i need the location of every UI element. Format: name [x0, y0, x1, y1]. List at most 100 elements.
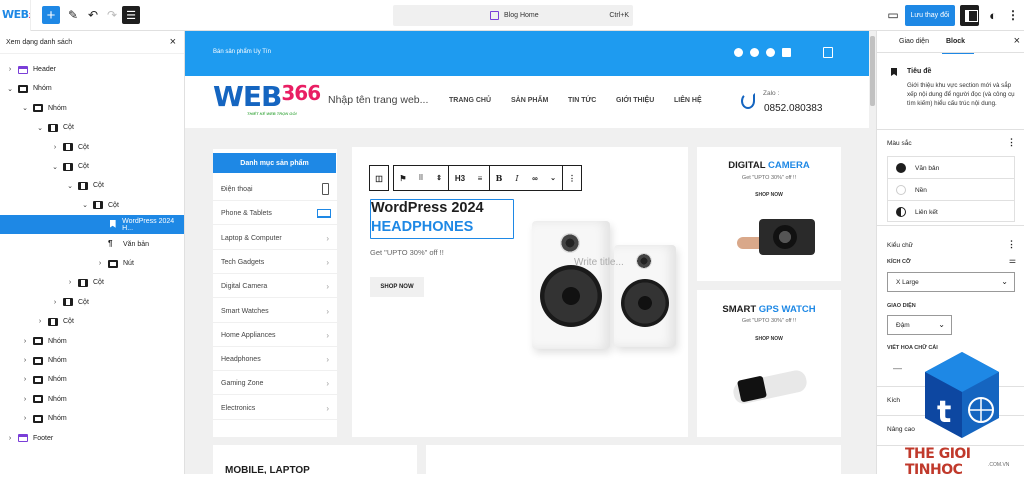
site-title[interactable]: Nhập tên trang web... [328, 94, 428, 106]
hero-heading-line2[interactable]: HEADPHONES [371, 219, 473, 235]
chevron-down-icon[interactable]: ⌄ [36, 124, 44, 132]
tab-design[interactable]: Giao diện [899, 38, 929, 45]
promo-shop-button[interactable]: SHOP NOW [697, 192, 841, 198]
close-icon[interactable]: × [170, 36, 176, 48]
letter-case-none-icon[interactable]: — [893, 363, 902, 373]
list-view-item[interactable]: › Header [0, 60, 184, 79]
options-icon[interactable]: ⋮ [1004, 6, 1022, 24]
list-view-button[interactable]: ☰ [122, 6, 140, 24]
add-block-button[interactable]: + [42, 6, 60, 24]
color-background[interactable]: Nền [888, 179, 1014, 201]
shop-now-button[interactable]: SHOP NOW [370, 277, 424, 297]
font-size-select[interactable]: X Large ⌄ [887, 272, 1015, 292]
chevron-right-icon[interactable]: › [66, 279, 74, 286]
parent-columns-icon[interactable]: ◫ [370, 166, 388, 190]
hero-heading-line1[interactable]: WordPress 2024 [371, 200, 484, 216]
heading-level-button[interactable]: H3 [449, 166, 471, 190]
drag-handle-icon[interactable]: ⠿ [412, 166, 430, 190]
bold-icon[interactable]: B [490, 166, 508, 190]
category-item[interactable]: Gaming Zone › [213, 371, 337, 396]
size-settings-icon[interactable]: ⚌ [1009, 256, 1016, 265]
linkedin-icon[interactable] [782, 48, 791, 57]
pen-tool-icon[interactable]: ✎ [64, 6, 82, 24]
chevron-right-icon[interactable]: › [36, 318, 44, 325]
category-item[interactable]: Digital Camera › [213, 274, 337, 299]
settings-sidebar-button[interactable] [960, 5, 979, 26]
chevron-down-icon[interactable]: ⌄ [81, 201, 89, 209]
list-view-item[interactable]: ⌄ Cột [0, 176, 184, 195]
chevron-right-icon[interactable]: › [51, 299, 59, 306]
menu-item-home[interactable]: TRANG CHỦ [449, 97, 491, 104]
chevron-down-icon[interactable]: ⌄ [51, 163, 59, 171]
chevron-right-icon[interactable]: › [21, 415, 29, 422]
chevron-right-icon[interactable]: › [51, 144, 59, 151]
category-item[interactable]: Tech Gadgets › [213, 250, 337, 274]
list-view-item[interactable]: ⌄ Cột [0, 157, 184, 176]
list-view-item[interactable]: › Cột [0, 138, 184, 157]
color-text[interactable]: Văn bản [888, 157, 1014, 179]
list-view-item[interactable]: › Cột [0, 273, 184, 292]
brand-logo[interactable]: WEB366 [213, 80, 321, 113]
list-view-item[interactable]: ⌄ Cột [0, 196, 184, 215]
chevron-right-icon[interactable]: › [21, 357, 29, 364]
save-button[interactable]: Lưu thay đổi [905, 5, 955, 26]
list-view-item[interactable]: › Nhóm [0, 332, 184, 351]
close-icon[interactable]: × [1014, 35, 1020, 47]
typography-options-icon[interactable]: ⋮ [1007, 239, 1016, 250]
align-icon[interactable]: ≡ [471, 166, 489, 190]
chevron-right-icon[interactable]: › [21, 376, 29, 383]
chevron-down-icon[interactable]: ⌄ [21, 104, 29, 112]
chevron-right-icon[interactable]: › [96, 260, 104, 267]
list-view-item[interactable]: ⌄ Nhóm [0, 99, 184, 118]
menu-item-products[interactable]: SẢN PHẨM [511, 97, 548, 104]
facebook-icon[interactable] [734, 48, 743, 57]
canvas-scrollbar[interactable] [869, 31, 876, 474]
chevron-right-icon[interactable]: › [21, 338, 29, 345]
chevron-down-icon[interactable]: ⌄ [6, 85, 14, 93]
chevron-right-icon[interactable]: › [6, 435, 14, 442]
chevron-right-icon[interactable]: › [6, 66, 14, 73]
undo-icon[interactable]: ↶ [84, 6, 102, 24]
desktop-preview-icon[interactable]: ▭ [884, 6, 902, 24]
category-item[interactable]: Điện thoại [213, 177, 337, 201]
list-view-item[interactable]: ⌄ Cột [0, 118, 184, 137]
command-palette[interactable]: Blog Home Ctrl+K [393, 5, 633, 26]
youtube-icon[interactable] [766, 48, 775, 57]
category-item[interactable]: Phone & Tablets [213, 201, 337, 226]
list-view-item[interactable]: › Cột [0, 312, 184, 331]
list-view-item[interactable]: › Cột [0, 293, 184, 312]
category-item[interactable]: Headphones › [213, 347, 337, 372]
list-view-item[interactable]: › Footer [0, 429, 184, 448]
category-item[interactable]: Electronics › [213, 396, 337, 420]
list-view-item[interactable]: › Nhóm [0, 409, 184, 428]
more-options-icon[interactable]: ⋮ [563, 166, 581, 190]
list-view-item[interactable]: WordPress 2024 H... [0, 215, 184, 235]
site-logo[interactable]: WEB366 [0, 0, 31, 31]
list-view-item[interactable]: › Nhóm [0, 351, 184, 370]
list-view-item[interactable]: ⌄ Nhóm [0, 79, 184, 98]
chevron-down-icon[interactable]: ⌄ [66, 182, 74, 190]
italic-icon[interactable]: I [508, 166, 526, 190]
chevron-down-icon[interactable]: ⌄ [544, 166, 562, 190]
image-title-placeholder[interactable]: Write title... [574, 257, 624, 268]
heading-bookmark-icon[interactable]: ⚑ [394, 166, 412, 190]
list-view-item[interactable]: › Nút [0, 254, 184, 273]
list-view-item[interactable]: › Nhóm [0, 370, 184, 389]
menu-item-about[interactable]: GIỚI THIỆU [616, 97, 654, 104]
appearance-select[interactable]: Đậm ⌄ [887, 315, 952, 335]
link-icon[interactable]: ∞ [526, 166, 544, 190]
move-arrows-icon[interactable]: ⇕ [430, 166, 448, 190]
color-options-icon[interactable]: ⋮ [1007, 137, 1016, 148]
category-item[interactable]: Smart Watches › [213, 299, 337, 323]
category-item[interactable]: Home Appliances › [213, 323, 337, 347]
color-link[interactable]: Liên kết [888, 201, 1014, 223]
chevron-right-icon[interactable]: › [21, 396, 29, 403]
tab-block[interactable]: Block [941, 38, 975, 54]
list-view-item[interactable]: ¶ Văn bản [0, 235, 184, 254]
menu-item-contact[interactable]: LIÊN HỆ [674, 97, 702, 104]
twitter-icon[interactable] [750, 48, 759, 57]
list-view-item[interactable]: › Nhóm [0, 390, 184, 409]
redo-icon[interactable]: ↷ [103, 6, 121, 24]
menu-item-news[interactable]: TIN TỨC [568, 97, 596, 104]
category-item[interactable]: Laptop & Computer › [213, 226, 337, 250]
